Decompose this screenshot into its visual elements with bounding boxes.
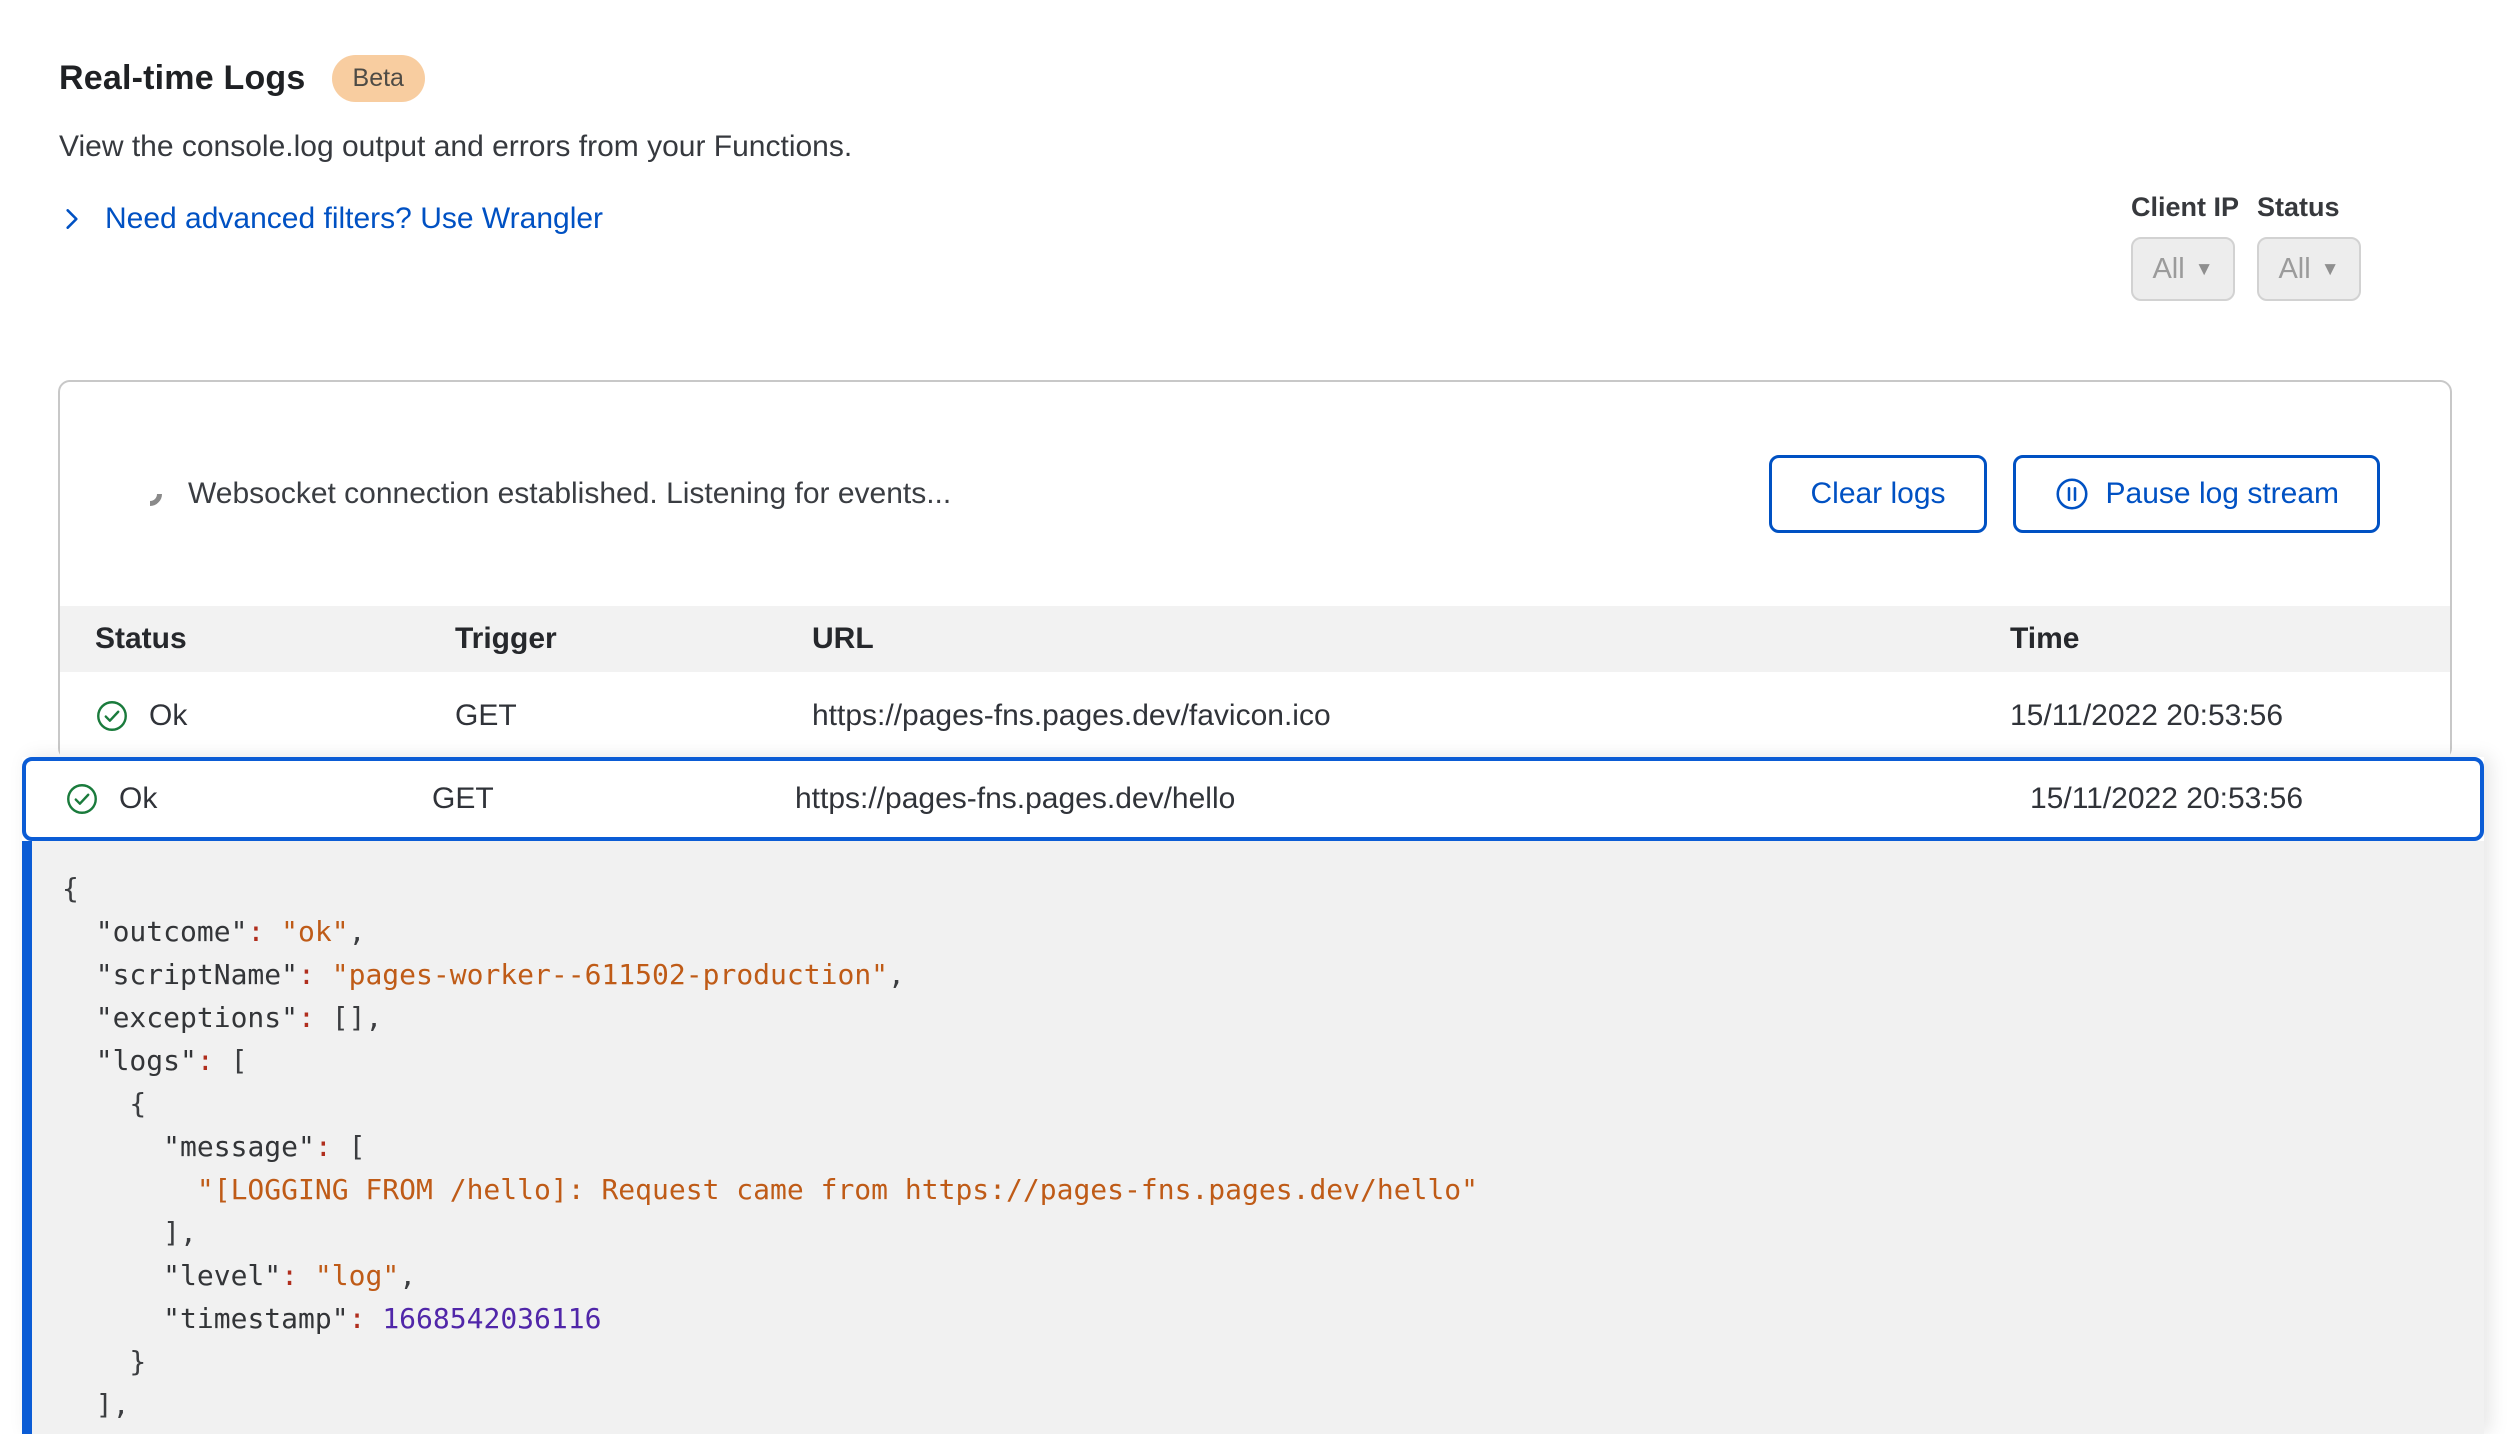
- wrangler-link-label: Need advanced filters? Use Wrangler: [105, 202, 603, 236]
- row-time: 15/11/2022 20:53:56: [2010, 699, 2450, 733]
- status-cell: Ok: [65, 782, 432, 816]
- clear-logs-button[interactable]: Clear logs: [1769, 455, 1986, 533]
- pause-circle-icon: [2054, 476, 2090, 512]
- log-detail-json: { "outcome": "ok", "scriptName": "pages-…: [32, 841, 2484, 1426]
- row-url: https://pages-fns.pages.dev/hello: [795, 782, 2030, 816]
- caret-down-icon: ▼: [2195, 260, 2214, 279]
- toolbar-buttons: Clear logs Pause log stream: [1769, 455, 2380, 533]
- log-panel-toolbar: Websocket connection established. Listen…: [60, 382, 2450, 606]
- client-ip-filter-group: Client IP All ▼: [2131, 192, 2239, 301]
- check-circle-icon: [65, 782, 99, 816]
- websocket-status: Websocket connection established. Listen…: [138, 477, 951, 511]
- row-trigger: GET: [432, 782, 795, 816]
- row-url: https://pages-fns.pages.dev/favicon.ico: [812, 699, 2010, 733]
- status-filter-label: Status: [2257, 192, 2361, 223]
- filters-row: Need advanced filters? Use Wrangler Clie…: [59, 202, 2449, 237]
- title-row: Real-time Logs Beta: [59, 55, 2449, 102]
- status-cell: Ok: [95, 699, 455, 733]
- pause-log-stream-button[interactable]: Pause log stream: [2013, 455, 2380, 533]
- row-status-text: Ok: [119, 782, 157, 816]
- wrangler-advanced-filters-link[interactable]: Need advanced filters? Use Wrangler: [59, 202, 603, 236]
- beta-badge: Beta: [332, 55, 425, 102]
- status-filter-group: Status All ▼: [2257, 192, 2361, 301]
- column-header-status: Status: [95, 622, 455, 656]
- log-detail-panel: { "outcome": "ok", "scriptName": "pages-…: [22, 841, 2484, 1434]
- log-table-header: Status Trigger URL Time: [60, 606, 2450, 672]
- client-ip-filter-value: All: [2152, 253, 2184, 286]
- websocket-status-text: Websocket connection established. Listen…: [188, 477, 951, 511]
- column-header-trigger: Trigger: [455, 622, 812, 656]
- spinner-icon: [133, 477, 167, 511]
- status-filter-value: All: [2278, 253, 2310, 286]
- page-title: Real-time Logs: [59, 59, 306, 98]
- expanded-log-entry: Ok GET https://pages-fns.pages.dev/hello…: [22, 757, 2484, 1434]
- client-ip-filter-select[interactable]: All ▼: [2131, 237, 2235, 301]
- caret-down-icon: ▼: [2321, 260, 2340, 279]
- column-header-url: URL: [812, 622, 2010, 656]
- filter-controls: Client IP All ▼ Status All ▼: [2131, 192, 2361, 301]
- column-header-time: Time: [2010, 622, 2450, 656]
- log-row-favicon[interactable]: Ok GET https://pages-fns.pages.dev/favic…: [60, 672, 2450, 760]
- chevron-right-icon: [59, 206, 85, 232]
- log-stream-panel: Websocket connection established. Listen…: [58, 380, 2452, 760]
- row-trigger: GET: [455, 699, 812, 733]
- log-row-hello-selected[interactable]: Ok GET https://pages-fns.pages.dev/hello…: [22, 757, 2484, 841]
- clear-logs-label: Clear logs: [1810, 477, 1945, 511]
- page-description: View the console.log output and errors f…: [59, 130, 2449, 164]
- row-status-text: Ok: [149, 699, 187, 733]
- check-circle-icon: [95, 699, 129, 733]
- status-filter-select[interactable]: All ▼: [2257, 237, 2361, 301]
- client-ip-filter-label: Client IP: [2131, 192, 2239, 223]
- row-time: 15/11/2022 20:53:56: [2030, 782, 2480, 816]
- page-header: Real-time Logs Beta View the console.log…: [0, 0, 2508, 237]
- pause-log-stream-label: Pause log stream: [2106, 477, 2339, 511]
- realtime-logs-page: Real-time Logs Beta View the console.log…: [0, 0, 2508, 1434]
